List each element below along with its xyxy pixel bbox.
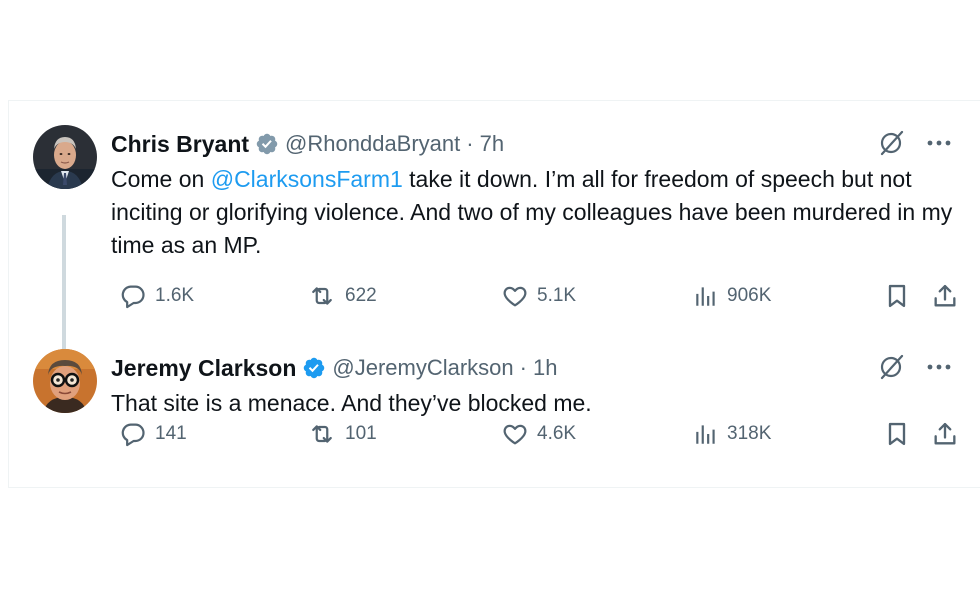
- bookmark-icon: [883, 282, 911, 310]
- views-count: 906K: [727, 285, 772, 306]
- repost-count: 101: [345, 423, 377, 444]
- grey-check-icon: [255, 132, 279, 156]
- like-button[interactable]: 4.6K: [501, 417, 576, 451]
- tweet-top-actions: [877, 353, 953, 381]
- tweet-action-bar: 1.6K 622 5.1K 906K: [111, 279, 961, 313]
- thread-connector-line: [62, 215, 66, 363]
- repost-button[interactable]: 622: [307, 279, 377, 313]
- author-handle[interactable]: @JeremyClarkson: [332, 355, 513, 381]
- tweet-header: Chris Bryant @RhonddaBryant · 7h: [111, 129, 504, 159]
- author-handle[interactable]: @RhonddaBryant: [285, 131, 460, 157]
- share-icon: [931, 282, 959, 310]
- tweet-text-start: Come on: [111, 166, 211, 192]
- bookmark-button[interactable]: [883, 279, 911, 313]
- separator-dot: ·: [519, 355, 527, 380]
- bookmark-icon: [883, 420, 911, 448]
- tweet-text: That site is a menace. And they’ve block…: [111, 390, 592, 416]
- reply-button[interactable]: 1.6K: [119, 279, 194, 313]
- repost-icon: [307, 282, 337, 310]
- grok-icon[interactable]: [877, 353, 905, 381]
- tweet-top-actions: [877, 129, 953, 157]
- share-icon: [931, 420, 959, 448]
- like-icon: [501, 282, 529, 310]
- like-count: 5.1K: [537, 285, 577, 306]
- avatar[interactable]: [33, 125, 97, 189]
- author-name[interactable]: Jeremy Clarkson: [111, 355, 296, 382]
- mention-link[interactable]: @ClarksonsFarm1: [211, 166, 403, 192]
- tweet-text: Come on @ClarksonsFarm1 take it down. I’…: [111, 163, 961, 262]
- like-icon: [501, 420, 529, 448]
- repost-count: 622: [345, 285, 377, 306]
- views-icon: [693, 420, 719, 448]
- reply-icon: [119, 420, 147, 448]
- more-icon[interactable]: [925, 129, 953, 157]
- like-button[interactable]: 5.1K: [501, 279, 576, 313]
- reply-count: 141: [155, 423, 187, 444]
- share-button[interactable]: [931, 279, 959, 313]
- repost-button[interactable]: 101: [307, 417, 377, 451]
- tweet-thread: Chris Bryant @RhonddaBryant · 7h Come on…: [8, 100, 980, 488]
- bookmark-button[interactable]: [883, 417, 911, 451]
- views-button[interactable]: 318K: [693, 417, 771, 451]
- separator-dot: ·: [466, 131, 474, 156]
- share-button[interactable]: [931, 417, 959, 451]
- reply-icon: [119, 282, 147, 310]
- grok-icon[interactable]: [877, 129, 905, 157]
- avatar[interactable]: [33, 349, 97, 413]
- more-icon[interactable]: [925, 353, 953, 381]
- timestamp[interactable]: 7h: [480, 131, 504, 157]
- reply-count: 1.6K: [155, 285, 195, 306]
- tweet-action-bar: 141 101 4.6K 318K: [111, 417, 961, 451]
- views-count: 318K: [727, 423, 772, 444]
- repost-icon: [307, 420, 337, 448]
- views-icon: [693, 282, 719, 310]
- timestamp[interactable]: 1h: [533, 355, 557, 381]
- tweet-header: Jeremy Clarkson @JeremyClarkson · 1h: [111, 353, 557, 383]
- reply-button[interactable]: 141: [119, 417, 187, 451]
- views-button[interactable]: 906K: [693, 279, 771, 313]
- like-count: 4.6K: [537, 423, 577, 444]
- author-name[interactable]: Chris Bryant: [111, 131, 249, 158]
- blue-check-icon: [302, 356, 326, 380]
